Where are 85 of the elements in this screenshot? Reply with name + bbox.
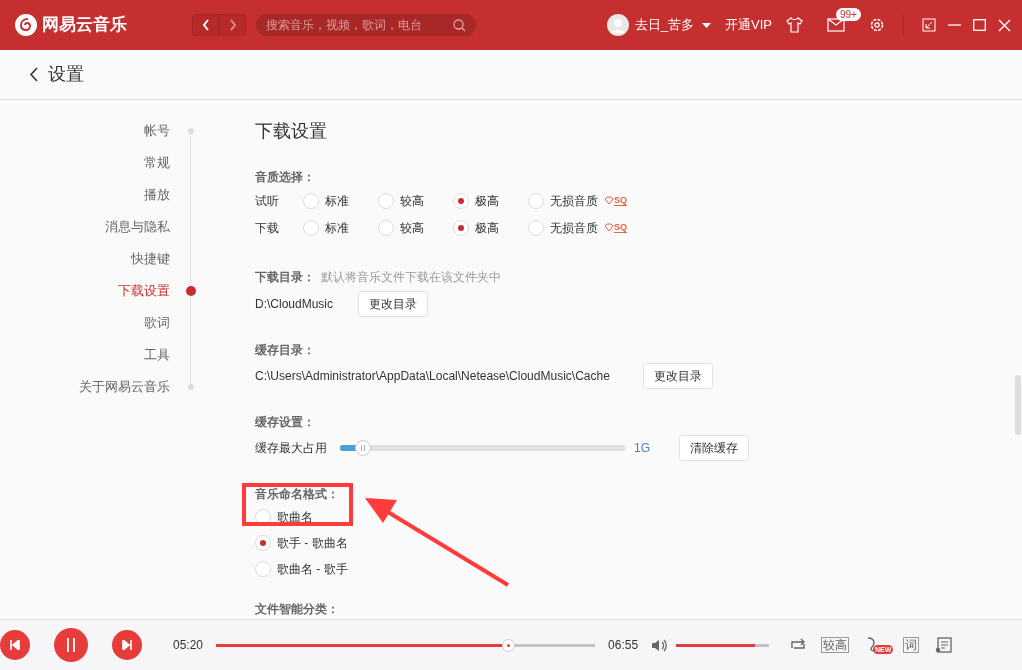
option-label[interactable]: 较高 xyxy=(400,218,424,237)
settings-icon[interactable] xyxy=(869,17,885,33)
forward-button[interactable] xyxy=(219,14,246,36)
user-name[interactable]: 去日_苦多 xyxy=(634,15,695,35)
option-label[interactable]: 无损音质 xyxy=(550,218,598,237)
vip-link[interactable]: 开通VIP xyxy=(725,15,772,35)
option-label[interactable]: 歌曲名 xyxy=(277,508,313,526)
radio-button[interactable] xyxy=(255,535,271,551)
radio-button[interactable] xyxy=(378,192,394,209)
mini-mode-icon[interactable] xyxy=(922,18,936,32)
sidebar-item[interactable]: 播放 xyxy=(0,185,170,205)
option-label[interactable]: 极高 xyxy=(475,218,499,237)
radio-button[interactable] xyxy=(255,561,271,577)
speaker-icon[interactable] xyxy=(651,638,668,652)
radio-button[interactable] xyxy=(528,219,544,236)
option-label[interactable]: 无损音质 xyxy=(550,191,598,210)
option-label[interactable]: 极高 xyxy=(475,191,499,210)
radio-button[interactable] xyxy=(303,219,319,236)
folder-path: D:\CloudMusic xyxy=(255,296,335,313)
clear-cache-button[interactable]: 清除缓存 xyxy=(679,435,749,461)
sidebar-item[interactable]: 歌词 xyxy=(0,313,170,333)
option-label[interactable]: 歌手 - 歌曲名 xyxy=(277,534,348,552)
logo-icon xyxy=(15,14,37,36)
avatar-icon[interactable] xyxy=(606,14,629,36)
sq-badge: SQ xyxy=(604,222,627,233)
field-label: 缓存设置： xyxy=(255,414,316,431)
slider-label: 缓存最大占用 xyxy=(255,440,328,457)
field-label: 下载目录： xyxy=(255,269,315,286)
chevron-right-icon xyxy=(228,19,237,31)
notification-badge: 99+ xyxy=(836,8,861,21)
sidebar-item[interactable]: 下载设置 xyxy=(0,281,170,301)
sidebar-item[interactable]: 消息与隐私 xyxy=(0,217,170,237)
loop-icon[interactable] xyxy=(789,638,808,652)
next-icon xyxy=(122,640,132,650)
field-label: 文件智能分类： xyxy=(255,601,340,618)
radio-button[interactable] xyxy=(528,192,544,209)
radio-button[interactable] xyxy=(453,192,469,209)
previous-icon xyxy=(10,640,20,650)
option-label[interactable]: 标准 xyxy=(325,218,349,237)
elapsed-time: 05:20 xyxy=(173,637,204,654)
sidebar-item[interactable]: 帐号 xyxy=(0,121,170,141)
hint-text: 默认将音乐文件下载在该文件夹中 xyxy=(321,269,501,286)
section-title: 下载设置 xyxy=(255,120,328,143)
chevron-left-icon xyxy=(201,19,210,31)
field-label: 缓存目录： xyxy=(255,342,316,359)
row-label: 下载 xyxy=(255,219,280,237)
pause-button[interactable] xyxy=(54,628,88,662)
change-folder-button[interactable]: 更改目录 xyxy=(358,291,428,317)
field-label: 音乐命名格式： xyxy=(255,486,340,503)
previous-button[interactable] xyxy=(0,630,30,660)
cache-size: 1G xyxy=(634,440,651,457)
back-button[interactable] xyxy=(192,14,219,36)
shirt-icon[interactable] xyxy=(786,17,803,33)
field-label: 音质选择： xyxy=(255,169,316,186)
slider-thumb[interactable] xyxy=(354,440,371,456)
caret-icon[interactable] xyxy=(702,22,712,28)
pause-icon xyxy=(66,638,76,652)
sq-badge: SQ xyxy=(604,195,627,206)
option-label[interactable]: 歌曲名 - 歌手 xyxy=(277,560,348,578)
next-button[interactable] xyxy=(112,630,142,660)
search-icon xyxy=(453,18,466,32)
progress-thumb[interactable] xyxy=(501,638,515,652)
radio-button[interactable] xyxy=(378,219,394,236)
quality-button[interactable]: 较高 xyxy=(821,637,850,653)
sidebar-item[interactable]: 快捷键 xyxy=(0,249,170,269)
radio-button[interactable] xyxy=(453,219,469,236)
lyrics-button[interactable]: 词 xyxy=(903,637,920,653)
search-field[interactable]: 搜索音乐，视频，歌词，电台 xyxy=(256,14,476,36)
folder-path: C:\Users\Administrator\AppData\Local\Netease\CloudMusic\Cache xyxy=(255,368,611,385)
option-label[interactable]: 较高 xyxy=(400,191,424,210)
maximize-icon[interactable] xyxy=(973,19,986,31)
option-label[interactable]: 标准 xyxy=(325,191,349,210)
change-folder-button[interactable]: 更改目录 xyxy=(643,363,713,389)
radio-button[interactable] xyxy=(303,192,319,209)
total-time: 06:55 xyxy=(608,637,639,654)
sidebar-item[interactable]: 工具 xyxy=(0,345,170,365)
app-name: 网易云音乐 xyxy=(42,14,127,37)
row-label: 试听 xyxy=(255,192,280,210)
scrollbar[interactable] xyxy=(1015,375,1021,435)
close-icon[interactable] xyxy=(998,18,1011,32)
sidebar-item[interactable]: 关于网易云音乐 xyxy=(0,377,170,397)
mail-icon[interactable] xyxy=(827,18,845,32)
page-title: 设置 xyxy=(48,63,84,86)
playlist-icon[interactable] xyxy=(935,636,953,654)
sidebar-item[interactable]: 常规 xyxy=(0,153,170,173)
